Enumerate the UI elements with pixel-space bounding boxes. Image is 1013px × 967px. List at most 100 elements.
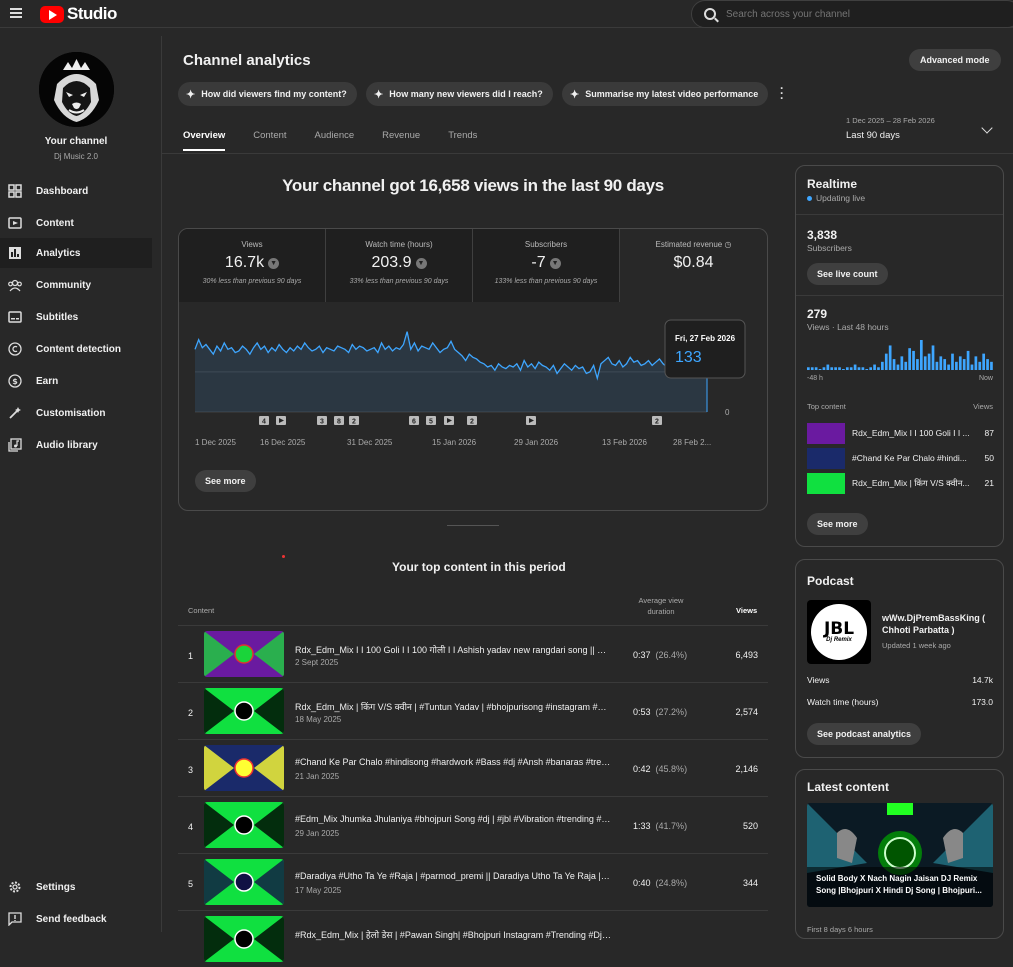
sidebar-item-send-feedback[interactable]: Send feedback: [0, 904, 152, 934]
date-range-dates: 1 Dec 2025 – 28 Feb 2026: [846, 116, 935, 125]
sidebar-item-dashboard[interactable]: Dashboard: [0, 176, 152, 206]
tooltip-value: 133: [675, 349, 702, 366]
search-input[interactable]: [726, 8, 986, 20]
x-tick-label: 28 Feb 2...: [673, 438, 711, 447]
see-more-button[interactable]: See more: [195, 470, 256, 492]
realtime-top-title: Rdx_Edm_Mix | किंग V/S क्वीन...: [852, 477, 970, 488]
chip-label: How did viewers find my content?: [201, 89, 347, 99]
avd-percent: (24.8%): [655, 878, 688, 888]
jbl-logo-sub: Dj Remix: [826, 637, 852, 643]
realtime-bar: [943, 359, 947, 370]
realtime-top-views: 50: [984, 453, 994, 463]
video-title[interactable]: #Rdx_Edm_Mix | हेलो डेस | #Pawan Singh| …: [295, 928, 611, 941]
podcast-watch-time: 173.0: [971, 697, 993, 707]
video-title[interactable]: Rdx_Edm_Mix I I 100 Goli I I 100 गोली I …: [295, 643, 611, 656]
sidebar-item-settings[interactable]: Settings: [0, 872, 152, 902]
axis-left-label: -48 h: [807, 375, 823, 382]
table-row[interactable]: 2 Rdx_Edm_Mix | किंग V/S क्वीन | #Tuntun…: [178, 682, 768, 739]
avd-value: 1:33: [633, 821, 651, 831]
realtime-bar: [947, 364, 950, 370]
video-title[interactable]: #Daradiya #Utho Ta Ye #Raja | #parmod_pr…: [295, 871, 611, 881]
tab-content[interactable]: Content: [253, 130, 286, 151]
table-row[interactable]: 4 #Edm_Mix Jhumka Jhulaniya #bhojpuri So…: [178, 796, 768, 853]
podcast-panel: Podcast JBL Dj Remix wWw.DjPremBassKing …: [795, 559, 1004, 758]
table-row[interactable]: 1 Rdx_Edm_Mix I I 100 Goli I I 100 गोली …: [178, 625, 768, 682]
tab-trends[interactable]: Trends: [448, 130, 477, 151]
latest-content-title: Latest content: [807, 780, 890, 794]
podcast-updated: Updated 1 week ago: [882, 641, 951, 650]
sidebar-item-content-detection[interactable]: Content detection: [0, 334, 152, 364]
realtime-see-more-button[interactable]: See more: [807, 513, 868, 535]
podcast-name[interactable]: wWw.DjPremBassKing ( Chhoti Parbatta ): [882, 612, 994, 636]
sidebar-item-earn[interactable]: $ Earn: [0, 366, 152, 396]
channel-handle: Dj Music 2.0: [53, 152, 98, 161]
tab-revenue[interactable]: Revenue: [382, 130, 420, 151]
column-header-content: Content: [188, 606, 215, 615]
metric-watch-time[interactable]: Watch time (hours) 203.9 ▼ 33% less than …: [326, 229, 473, 302]
metric-views[interactable]: Views 16.7k ▼ 30% less than previous 90 d…: [179, 229, 326, 302]
table-row[interactable]: #Rdx_Edm_Mix | हेलो डेस | #Pawan Singh| …: [178, 910, 768, 967]
realtime-bar: [892, 359, 896, 370]
top-content-label: Top content: [807, 402, 846, 411]
video-thumbnail[interactable]: [204, 802, 284, 848]
video-title[interactable]: Rdx_Edm_Mix | किंग V/S क्वीन | #Tuntun Y…: [295, 700, 611, 713]
metric-value: 203.9: [371, 254, 412, 271]
menu-icon[interactable]: [10, 8, 22, 18]
x-tick-label: 13 Feb 2026: [602, 438, 647, 447]
table-row[interactable]: 5 #Daradiya #Utho Ta Ye #Raja | #parmod_…: [178, 853, 768, 910]
realtime-bar: [966, 350, 970, 370]
see-podcast-analytics-button[interactable]: See podcast analytics: [807, 723, 922, 745]
realtime-top-title: Rdx_Edm_Mix I I 100 Goli I I ...: [852, 428, 970, 438]
metric-revenue[interactable]: Estimated revenue ◷ $0.84: [620, 229, 767, 302]
video-thumbnail[interactable]: [204, 688, 284, 734]
latest-video-thumbnail[interactable]: Solid Body X Nach Nagin Jaisan DJ Remix …: [807, 803, 993, 907]
avd-value: 0:40: [633, 878, 651, 888]
video-title[interactable]: #Edm_Mix Jhumka Jhulaniya #bhojpuri Song…: [295, 814, 611, 824]
realtime-top-item[interactable]: #Chand Ke Par Chalo #hindi... 50: [807, 447, 994, 469]
sidebar-item-subtitles[interactable]: Subtitles: [0, 302, 152, 332]
search-bar[interactable]: [691, 0, 1013, 28]
suggestion-chip[interactable]: ✦ How many new viewers did I reach?: [366, 82, 553, 106]
channel-avatar[interactable]: [39, 52, 114, 127]
date-range-label: Last 90 days: [846, 130, 900, 141]
realtime-bar: [990, 361, 993, 370]
advanced-mode-button[interactable]: Advanced mode: [909, 49, 1001, 71]
studio-logo[interactable]: Studio: [40, 4, 117, 24]
podcast-thumbnail[interactable]: JBL Dj Remix: [807, 600, 871, 664]
views-line-chart[interactable]: 0125Fri, 27 Feb 2026133438265221 Dec 202…: [179, 302, 768, 511]
video-thumbnail[interactable]: [204, 916, 284, 962]
date-range-picker[interactable]: 1 Dec 2025 – 28 Feb 2026 Last 90 days: [846, 116, 935, 141]
realtime-top-item[interactable]: Rdx_Edm_Mix | किंग V/S क्वीन... 21: [807, 472, 994, 494]
video-thumbnail[interactable]: [204, 859, 284, 905]
suggestion-chip[interactable]: ✦ How did viewers find my content?: [178, 82, 357, 106]
svg-text:$: $: [12, 377, 18, 386]
sidebar-item-community[interactable]: Community: [0, 270, 152, 300]
video-thumbnail[interactable]: [204, 745, 284, 791]
sidebar-item-customisation[interactable]: Customisation: [0, 398, 152, 428]
realtime-top-item[interactable]: Rdx_Edm_Mix I I 100 Goli I I ... 87: [807, 422, 994, 444]
see-live-count-button[interactable]: See live count: [807, 263, 888, 285]
realtime-bar: [904, 361, 908, 370]
sidebar-item-audio-library[interactable]: Audio library: [0, 430, 152, 460]
chevron-down-icon[interactable]: [981, 122, 993, 134]
video-views: 520: [742, 821, 758, 831]
video-thumbnail[interactable]: [204, 631, 284, 677]
tab-audience[interactable]: Audience: [315, 130, 355, 151]
sidebar: Your channel Dj Music 2.0 Dashboard Cont…: [0, 36, 162, 932]
column-header-views[interactable]: Views: [736, 606, 757, 615]
table-row[interactable]: 3 #Chand Ke Par Chalo #hindisong #hardwo…: [178, 739, 768, 796]
gear-icon: [8, 880, 22, 894]
realtime-bar-chart[interactable]: [807, 338, 994, 370]
more-options-icon[interactable]: · · ·: [780, 82, 784, 104]
suggestion-chip[interactable]: ✦ Summarise my latest video performance: [562, 82, 769, 106]
avd-percent: (45.8%): [655, 764, 688, 774]
row-rank: 1: [188, 651, 194, 661]
realtime-bar: [951, 353, 954, 370]
column-header-avd[interactable]: Average view duration: [630, 595, 692, 617]
tab-overview[interactable]: Overview: [183, 130, 226, 151]
sidebar-item-content[interactable]: Content: [0, 208, 152, 238]
metric-subscribers[interactable]: Subscribers -7 ▼ 133% less than previous …: [473, 229, 620, 302]
sidebar-item-analytics[interactable]: Analytics: [0, 238, 152, 268]
live-dot-icon: [807, 195, 812, 201]
video-title[interactable]: #Chand Ke Par Chalo #hindisong #hardwork…: [295, 757, 611, 767]
